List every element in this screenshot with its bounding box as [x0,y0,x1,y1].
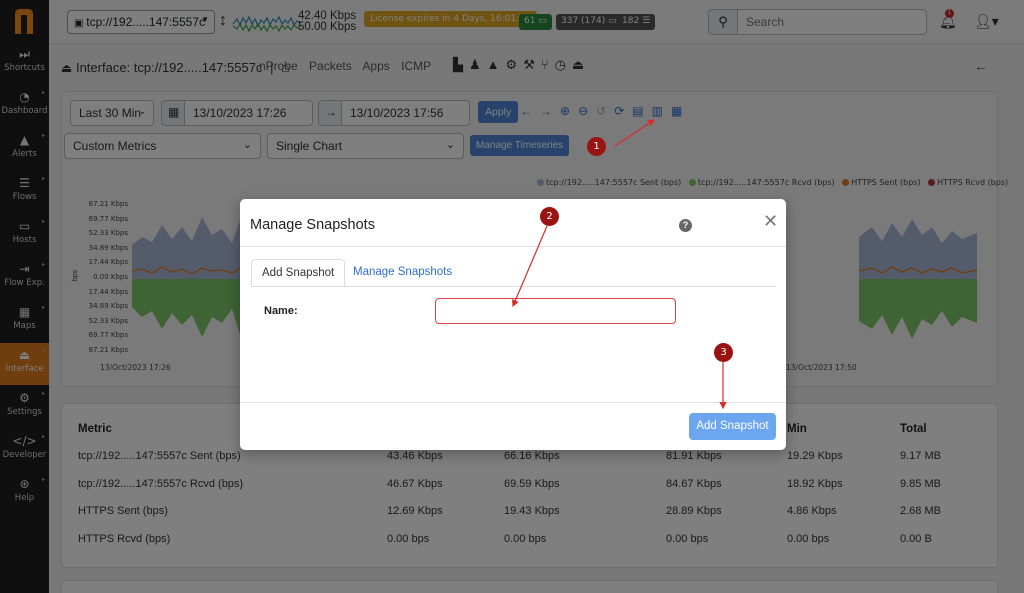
tab-add-snapshot[interactable]: Add Snapshot [251,259,346,287]
annotation-marker: 2 [540,207,559,226]
tab-manage-snapshots[interactable]: Manage Snapshots [343,259,462,287]
close-icon[interactable]: ✕ [763,211,778,232]
question-circle-icon[interactable]: ? [679,219,692,232]
name-label: Name: [264,305,298,317]
annotation-marker: 1 [587,137,606,156]
modal-title: Manage Snapshots [250,217,375,233]
divider [251,286,776,287]
add-snapshot-button[interactable]: Add Snapshot [689,413,776,440]
snapshot-name-input[interactable] [435,298,676,324]
annotation-marker: 3 [714,343,733,362]
divider [240,246,786,247]
divider [240,402,786,403]
manage-snapshots-modal: Manage Snapshots ? ✕ Add Snapshot Manage… [240,199,786,450]
